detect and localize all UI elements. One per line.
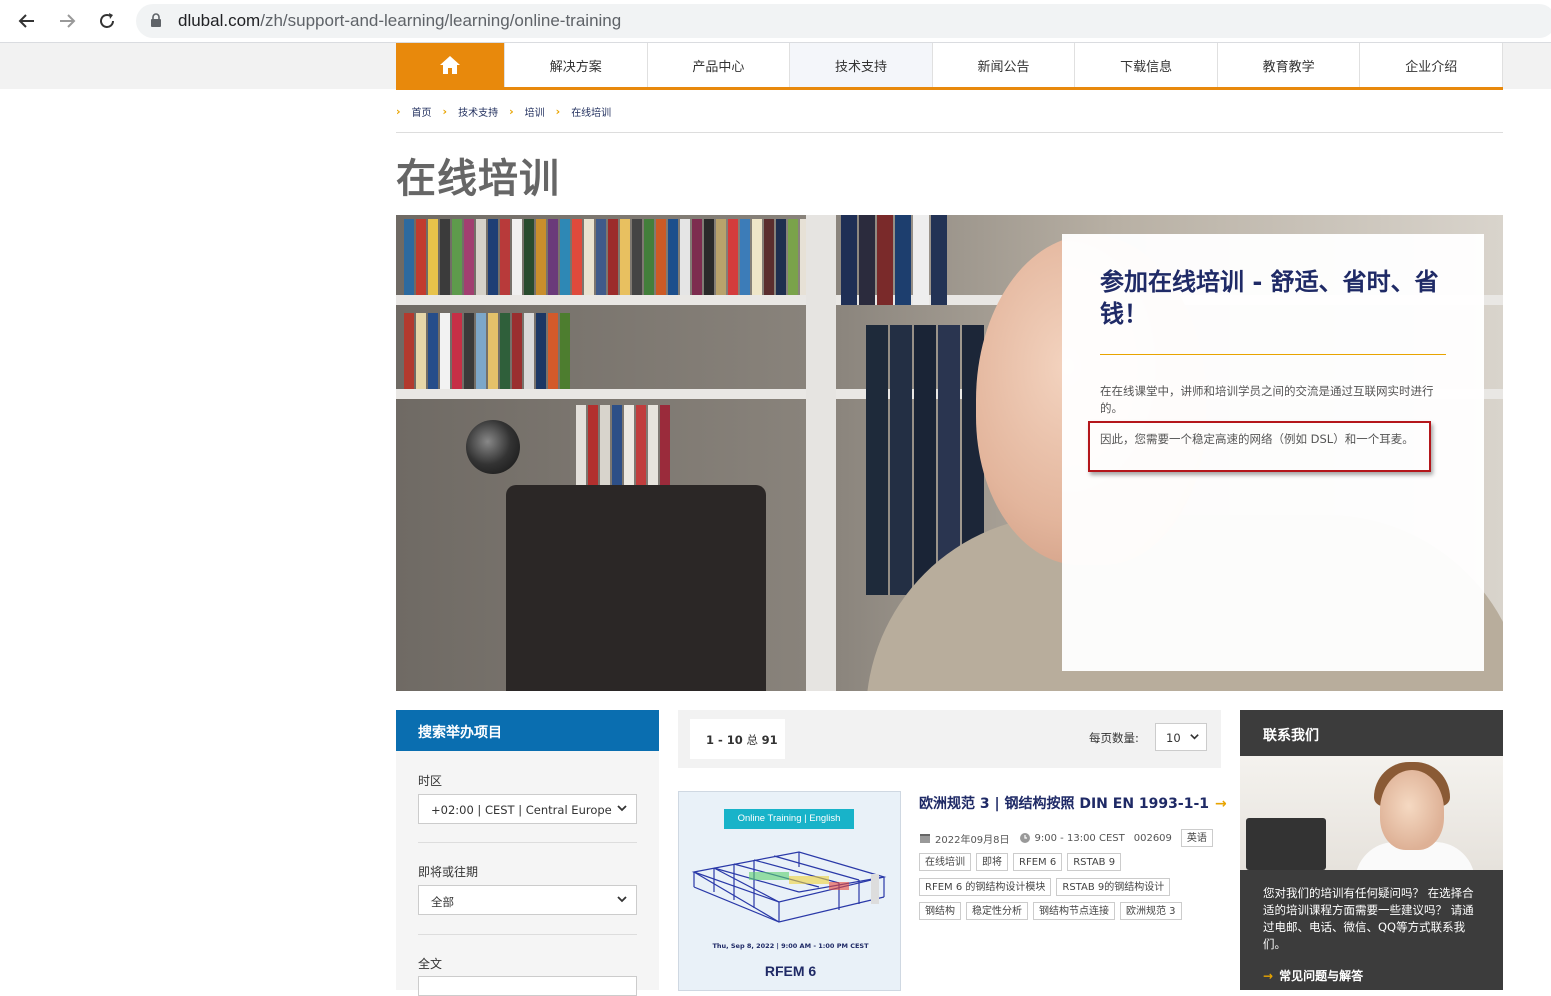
event-title-link[interactable]: 欧洲规范 3 | 钢结构按照 DIN EN 1993-1-1 → (919, 793, 1227, 813)
menu-item-solutions[interactable]: 解决方案 (504, 43, 647, 87)
tag[interactable]: 即将 (976, 853, 1008, 871)
address-bar[interactable]: dlubal.com/zh/support-and-learning/learn… (136, 4, 1551, 38)
menu-item-company[interactable]: 企业介绍 (1359, 43, 1504, 87)
tags-row: 钢结构 稳定性分析 钢结构节点连接 欧洲规范 3 (919, 902, 1187, 920)
tag[interactable]: 钢结构节点连接 (1033, 902, 1115, 920)
event-code: 002609 (1133, 832, 1172, 844)
timezone-label: 时区 (418, 774, 443, 788)
back-arrow-icon[interactable] (14, 8, 40, 34)
menu-item-downloads[interactable]: 下载信息 (1074, 43, 1217, 87)
bookshelf-image (404, 219, 812, 295)
tag[interactable]: 在线培训 (919, 853, 971, 871)
event-thumbnail[interactable]: Online Training | English Thu, Sep 8, 20… (678, 791, 901, 991)
breadcrumb-current: 在线培训 (571, 107, 612, 119)
chevron-down-icon (617, 896, 627, 903)
divider (396, 132, 1503, 133)
arrow-right-icon: → (1215, 796, 1227, 812)
fulltext-label: 全文 (418, 957, 443, 971)
per-page-select[interactable]: 10 (1155, 723, 1207, 751)
thumb-tag: Online Training | English (724, 809, 854, 829)
menu-item-education[interactable]: 教育教学 (1216, 43, 1360, 87)
breadcrumb-home[interactable]: 首页 (412, 104, 432, 119)
clock-icon (1019, 833, 1030, 843)
chevron-down-icon (617, 805, 627, 812)
menu-item-products[interactable]: 产品中心 (646, 43, 790, 87)
menu-item-support[interactable]: 技术支持 (789, 43, 932, 87)
results-count: 1 - 10 总 91 (690, 719, 785, 759)
chevron-right-icon: › (555, 104, 561, 118)
tags-row: 在线培训 即将 RFEM 6 RSTAB 9 (919, 853, 1126, 871)
chevron-down-icon (1190, 734, 1199, 740)
calendar-icon (920, 834, 930, 843)
period-select[interactable]: 全部 (418, 885, 637, 915)
breadcrumb-training[interactable]: 培训 (525, 104, 545, 119)
breadcrumb-support[interactable]: 技术支持 (458, 104, 498, 119)
support-agent-image (1240, 756, 1503, 870)
hero-paragraph: 在在线课堂中，讲师和培训学员之间的交流是通过互联网实时进行的。 (1100, 384, 1434, 415)
fulltext-input[interactable] (418, 976, 637, 996)
menu-home[interactable] (396, 43, 504, 87)
annotation-highlight-box (1088, 421, 1431, 472)
lock-icon (151, 13, 161, 27)
breadcrumb: › 首页 › 技术支持 › 培训 › 在线培训 (396, 103, 622, 119)
chevron-right-icon: › (396, 104, 401, 118)
contact-panel: 联系我们 您对我们的培训有任何疑问吗？ 在选择合适的培训课程方面需要一些建议吗？… (1240, 710, 1503, 990)
tags-row: RFEM 6 的钢结构设计模块 RSTAB 9的钢结构设计 (919, 878, 1175, 896)
reload-icon[interactable] (94, 8, 120, 34)
search-heading: 搜索举办项目 (396, 710, 659, 751)
per-page-label: 每页数量: (1089, 731, 1139, 745)
tag[interactable]: RFEM 6 的钢结构设计模块 (919, 878, 1052, 896)
tag[interactable]: 钢结构 (919, 902, 961, 920)
language-tag: 英语 (1180, 829, 1213, 847)
url-text: dlubal.com/zh/support-and-learning/learn… (178, 11, 622, 30)
chevron-right-icon: › (442, 104, 448, 118)
laptop-image (506, 485, 766, 691)
chevron-right-icon: › (509, 104, 514, 118)
browser-toolbar: dlubal.com/zh/support-and-learning/learn… (0, 0, 1551, 43)
tag[interactable]: RSTAB 9 (1067, 853, 1122, 871)
search-panel: 搜索举办项目 时区 +02:00 | CEST | Central Europe… (396, 710, 659, 996)
structure-model-image (691, 851, 887, 923)
tag[interactable]: RFEM 6 (1013, 853, 1063, 871)
menu-item-news[interactable]: 新闻公告 (931, 43, 1075, 87)
hero-title: 参加在线培训 - 舒适、省时、省钱！ (1100, 268, 1439, 328)
contact-text: 您对我们的培训有任何疑问吗？ 在选择合适的培训课程方面需要一些建议吗？ 请通过电… (1263, 886, 1474, 951)
tag[interactable]: 稳定性分析 (966, 902, 1028, 920)
page-title: 在线培训 (396, 156, 560, 202)
home-icon (440, 56, 460, 74)
results-header: 1 - 10 总 91 每页数量: 10 (678, 710, 1221, 768)
tag[interactable]: 欧洲规范 3 (1120, 902, 1182, 920)
contact-heading: 联系我们 (1263, 728, 1319, 744)
thumb-date: Thu, Sep 8, 2022 | 9:00 AM - 1:00 PM CES… (712, 942, 869, 950)
timezone-select[interactable]: +02:00 | CEST | Central Europe (418, 794, 637, 824)
main-menu: 解决方案 产品中心 技术支持 新闻公告 下载信息 教育教学 企业介绍 (396, 43, 1504, 90)
arrow-right-icon: → (1263, 969, 1274, 983)
thumb-product: RFEM 6 (764, 963, 817, 979)
divider (1100, 354, 1446, 355)
webcam-image (466, 420, 520, 474)
event-meta: 2022年09月8日 9:00 - 13:00 CEST 002609 英语 (919, 829, 1218, 847)
tag[interactable]: RSTAB 9的钢结构设计 (1056, 878, 1171, 896)
period-label: 即将或往期 (418, 865, 479, 879)
faq-link[interactable]: → 常见问题与解答 (1263, 967, 1363, 984)
forward-arrow-icon[interactable] (54, 8, 80, 34)
